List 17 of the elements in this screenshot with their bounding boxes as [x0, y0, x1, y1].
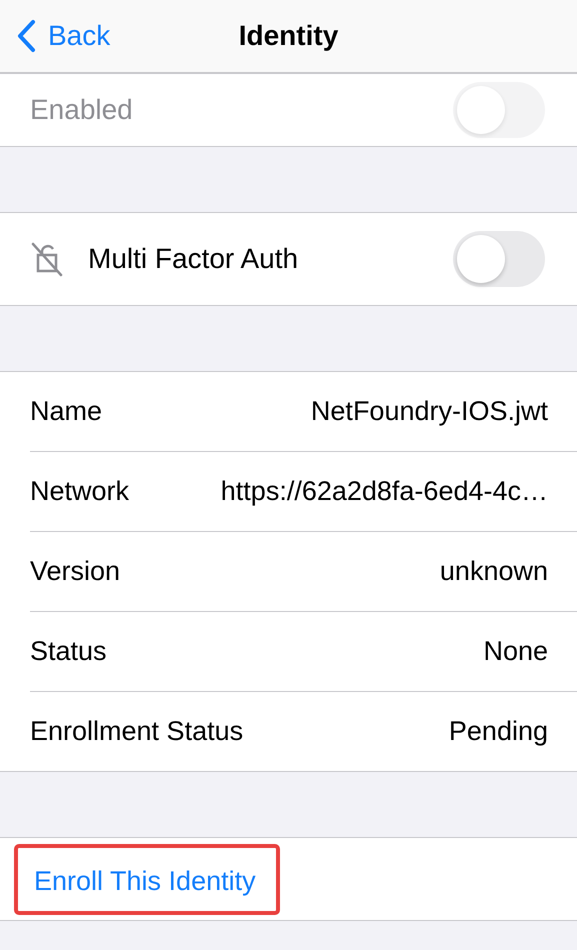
- field-label: Name: [30, 396, 102, 427]
- field-value: None: [483, 636, 548, 667]
- field-label: Enrollment Status: [30, 716, 244, 747]
- field-value: NetFoundry-IOS.jwt: [310, 396, 548, 427]
- back-chevron-icon: [16, 19, 36, 53]
- back-button[interactable]: Back: [0, 19, 110, 53]
- field-label: Version: [30, 556, 120, 587]
- toggle-label: Multi Factor Auth: [88, 243, 300, 275]
- enroll-link[interactable]: Enroll This Identity: [34, 866, 256, 896]
- toggle-label: Enabled: [30, 94, 134, 126]
- field-label: Network: [30, 476, 130, 507]
- field-label: Status: [30, 636, 107, 667]
- field-value: unknown: [440, 556, 548, 587]
- lock-slash-icon: [30, 241, 64, 277]
- field-value: https://62a2d8fa-6ed4-4c…: [220, 476, 548, 507]
- screen-title: Identity: [238, 20, 338, 51]
- field-value: Pending: [448, 716, 548, 747]
